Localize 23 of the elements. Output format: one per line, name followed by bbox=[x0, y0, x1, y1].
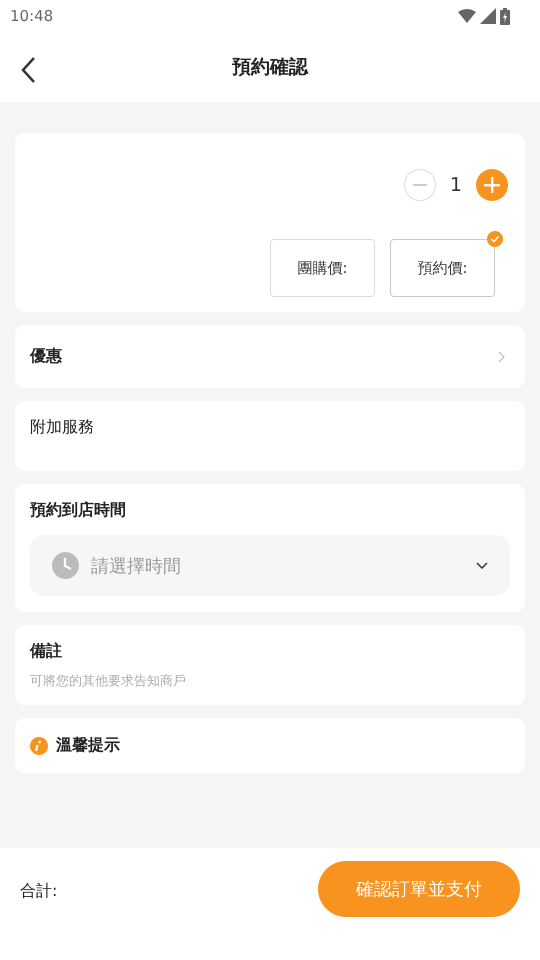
price-option[interactable]: 預約價: bbox=[390, 239, 495, 297]
decrease-button[interactable] bbox=[404, 169, 436, 201]
tips-label: 溫馨提示 bbox=[56, 735, 120, 756]
remarks-label: 備註 bbox=[30, 641, 63, 662]
extra-services-label: 附加服務 bbox=[30, 417, 94, 436]
check-icon bbox=[487, 231, 503, 247]
price-option[interactable]: 團購價: bbox=[270, 239, 375, 297]
clock-icon bbox=[52, 552, 79, 579]
plus-icon bbox=[484, 177, 500, 193]
chevron-right-icon[interactable] bbox=[498, 350, 505, 362]
status-time: 10:48 bbox=[10, 7, 54, 25]
wifi-icon bbox=[458, 9, 476, 23]
battery-icon bbox=[500, 8, 510, 24]
arrival-time-label: 預約到店時間 bbox=[30, 500, 127, 521]
chevron-down-icon bbox=[476, 562, 488, 569]
minus-icon bbox=[412, 184, 427, 186]
total-label: 合計: bbox=[20, 881, 58, 902]
quantity-value: 1 bbox=[450, 174, 462, 196]
info-icon bbox=[30, 736, 48, 754]
increase-button[interactable] bbox=[476, 169, 508, 201]
page-title: 預約確認 bbox=[232, 55, 308, 80]
discount-label: 優惠 bbox=[30, 346, 62, 367]
signal-icon bbox=[480, 8, 496, 24]
